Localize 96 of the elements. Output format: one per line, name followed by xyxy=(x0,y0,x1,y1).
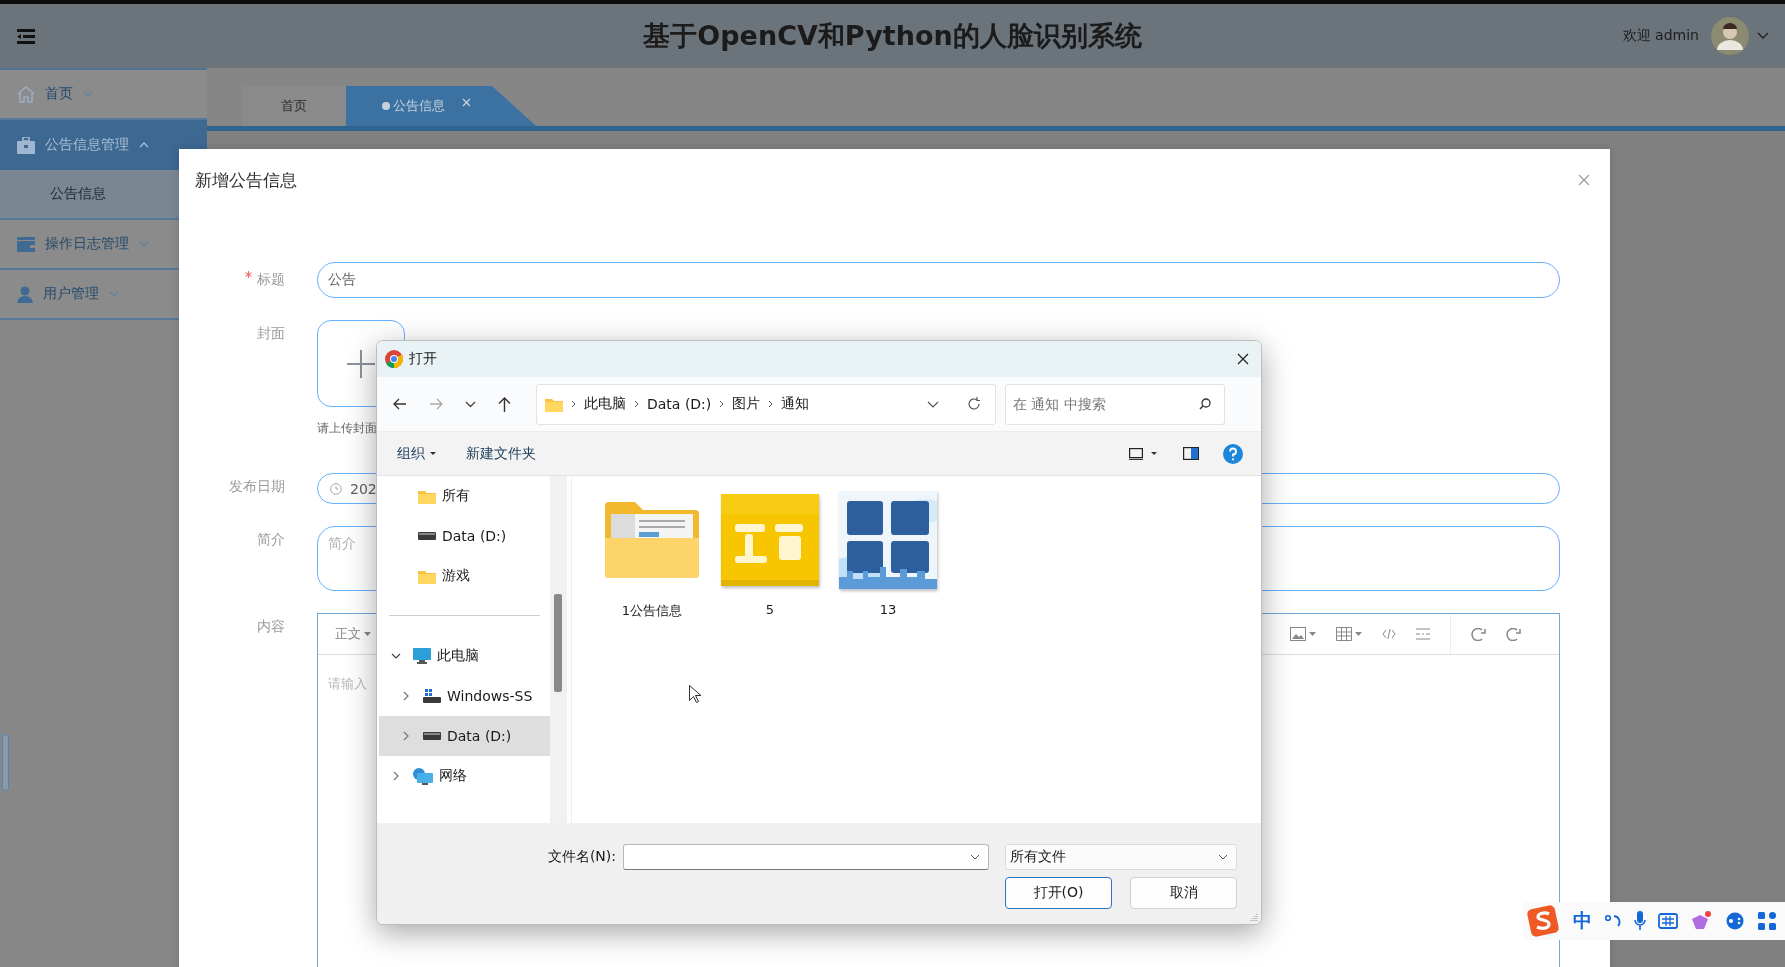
apps-icon[interactable] xyxy=(1758,912,1776,930)
refresh-icon[interactable] xyxy=(967,397,981,411)
close-icon[interactable] xyxy=(1237,353,1249,365)
file-item[interactable]: 1公告信息 xyxy=(600,488,704,620)
title-field[interactable]: 公告 xyxy=(317,262,1560,298)
search-icon xyxy=(1199,397,1211,410)
plus-icon xyxy=(347,349,375,378)
chevron-down-icon xyxy=(1218,854,1228,860)
home-icon xyxy=(17,85,35,103)
nav-item[interactable]: 所有 xyxy=(377,476,550,516)
help-icon[interactable] xyxy=(1223,443,1243,464)
tab[interactable]: 首页 xyxy=(242,86,346,126)
up-arrow-icon[interactable] xyxy=(498,396,511,412)
monitor-icon xyxy=(413,648,431,664)
chevron-right-icon xyxy=(719,400,725,408)
field-label: 内容 xyxy=(257,618,285,636)
back-icon[interactable] xyxy=(393,398,407,410)
nav-item[interactable]: Data (D:) xyxy=(377,516,550,556)
image-icon[interactable] xyxy=(1290,627,1316,641)
scrollbar-thumb[interactable] xyxy=(2,734,9,791)
address-bar[interactable]: 此电脑 Data (D:) 图片 通知 xyxy=(536,383,996,425)
dialog-button[interactable]: 取消 xyxy=(1130,877,1237,909)
tree-item[interactable]: Data (D:) xyxy=(379,716,550,756)
chevron-right-icon xyxy=(768,400,774,408)
chevron-down-icon[interactable] xyxy=(391,653,401,659)
system-drive-icon xyxy=(423,689,441,703)
field-label: 简介 xyxy=(257,531,285,549)
breadcrumb-item[interactable]: 图片 xyxy=(732,395,761,413)
breadcrumb-item[interactable]: 通知 xyxy=(781,395,810,413)
chevron-right-icon xyxy=(634,400,639,408)
folder-icon xyxy=(545,396,563,412)
breadcrumb-item[interactable]: 此电脑 xyxy=(584,395,626,413)
wallet-icon xyxy=(17,236,35,252)
network-icon xyxy=(413,767,433,785)
active-dot-icon xyxy=(382,102,390,110)
file-type-dropdown[interactable]: 所有文件 xyxy=(1005,844,1237,870)
chevron-down-icon[interactable] xyxy=(970,854,980,860)
dialog-button[interactable]: 打开(O) xyxy=(1005,877,1112,909)
folder-icon xyxy=(418,488,436,504)
dialog-title: 打开 xyxy=(409,350,437,368)
format-dropdown[interactable]: 正文 xyxy=(335,625,371,643)
user-icon xyxy=(17,285,33,303)
preview-pane-icon[interactable] xyxy=(1183,447,1199,460)
logo-icon[interactable] xyxy=(1525,903,1561,939)
keyboard-icon[interactable] xyxy=(1658,913,1678,929)
folder-icon xyxy=(605,502,699,578)
filename-label: 文件名(N): xyxy=(547,848,616,866)
microphone-icon[interactable] xyxy=(1634,911,1646,931)
code-icon[interactable] xyxy=(1382,629,1396,639)
search-field[interactable]: 在 通知 中搜索 xyxy=(1005,383,1225,425)
chevron-up-icon xyxy=(139,142,149,148)
caret-icon xyxy=(364,632,371,636)
resize-grip-icon[interactable] xyxy=(1250,913,1258,921)
chevron-down-icon xyxy=(83,91,93,97)
table-icon[interactable] xyxy=(1336,627,1362,641)
chevron-down-icon xyxy=(139,241,149,247)
view-icon[interactable] xyxy=(1129,447,1143,460)
welcome-text: 欢迎 admin xyxy=(1622,27,1699,45)
input-mode-button[interactable]: 中 xyxy=(1573,908,1592,934)
field-label: 发布日期 xyxy=(229,478,285,496)
chevron-down-icon[interactable] xyxy=(465,400,476,408)
menu-icon[interactable] xyxy=(17,28,35,44)
avatar-icon[interactable] xyxy=(1711,17,1749,55)
briefcase-icon xyxy=(17,136,35,154)
folder-icon xyxy=(418,568,436,584)
filename-field[interactable] xyxy=(623,844,989,870)
date-value: 202 xyxy=(350,480,377,497)
browser-icon xyxy=(385,350,403,368)
chevron-right-icon[interactable] xyxy=(391,771,401,781)
tree-item[interactable]: 网络 xyxy=(377,756,550,796)
scrollbar-thumb[interactable] xyxy=(554,594,562,692)
field-label: 标题 xyxy=(245,271,285,289)
file-item[interactable]: 13 xyxy=(836,488,940,617)
chevron-down-icon[interactable] xyxy=(927,400,939,408)
clock-icon xyxy=(330,482,342,495)
chevron-down-icon xyxy=(109,291,119,297)
field-label: 封面 xyxy=(257,325,285,343)
redo-icon[interactable] xyxy=(1506,627,1521,641)
nav-item[interactable]: 游戏 xyxy=(377,556,550,596)
chevron-right-icon[interactable] xyxy=(401,691,411,701)
cursor-icon xyxy=(689,685,701,703)
file-item[interactable]: 5 xyxy=(718,488,822,617)
chevron-right-icon xyxy=(571,400,576,408)
caret-icon xyxy=(430,452,436,455)
drive-icon xyxy=(423,732,441,740)
undo-icon[interactable] xyxy=(1471,627,1486,641)
toolbar-button[interactable]: 组织 xyxy=(397,444,436,463)
breadcrumb-item[interactable]: Data (D:) xyxy=(647,396,712,412)
upload-hint: 请上传封面 xyxy=(317,421,377,436)
tree-item[interactable]: 此电脑 xyxy=(377,636,550,676)
toolbar-button[interactable]: 新建文件夹 xyxy=(466,444,536,463)
tree-item[interactable]: Windows-SS xyxy=(377,676,550,716)
drive-icon xyxy=(418,532,436,540)
chevron-right-icon[interactable] xyxy=(401,731,411,741)
app-title: 基于OpenCV和Python的人脸识别系统 xyxy=(643,19,1142,53)
caret-icon[interactable] xyxy=(1151,452,1157,455)
